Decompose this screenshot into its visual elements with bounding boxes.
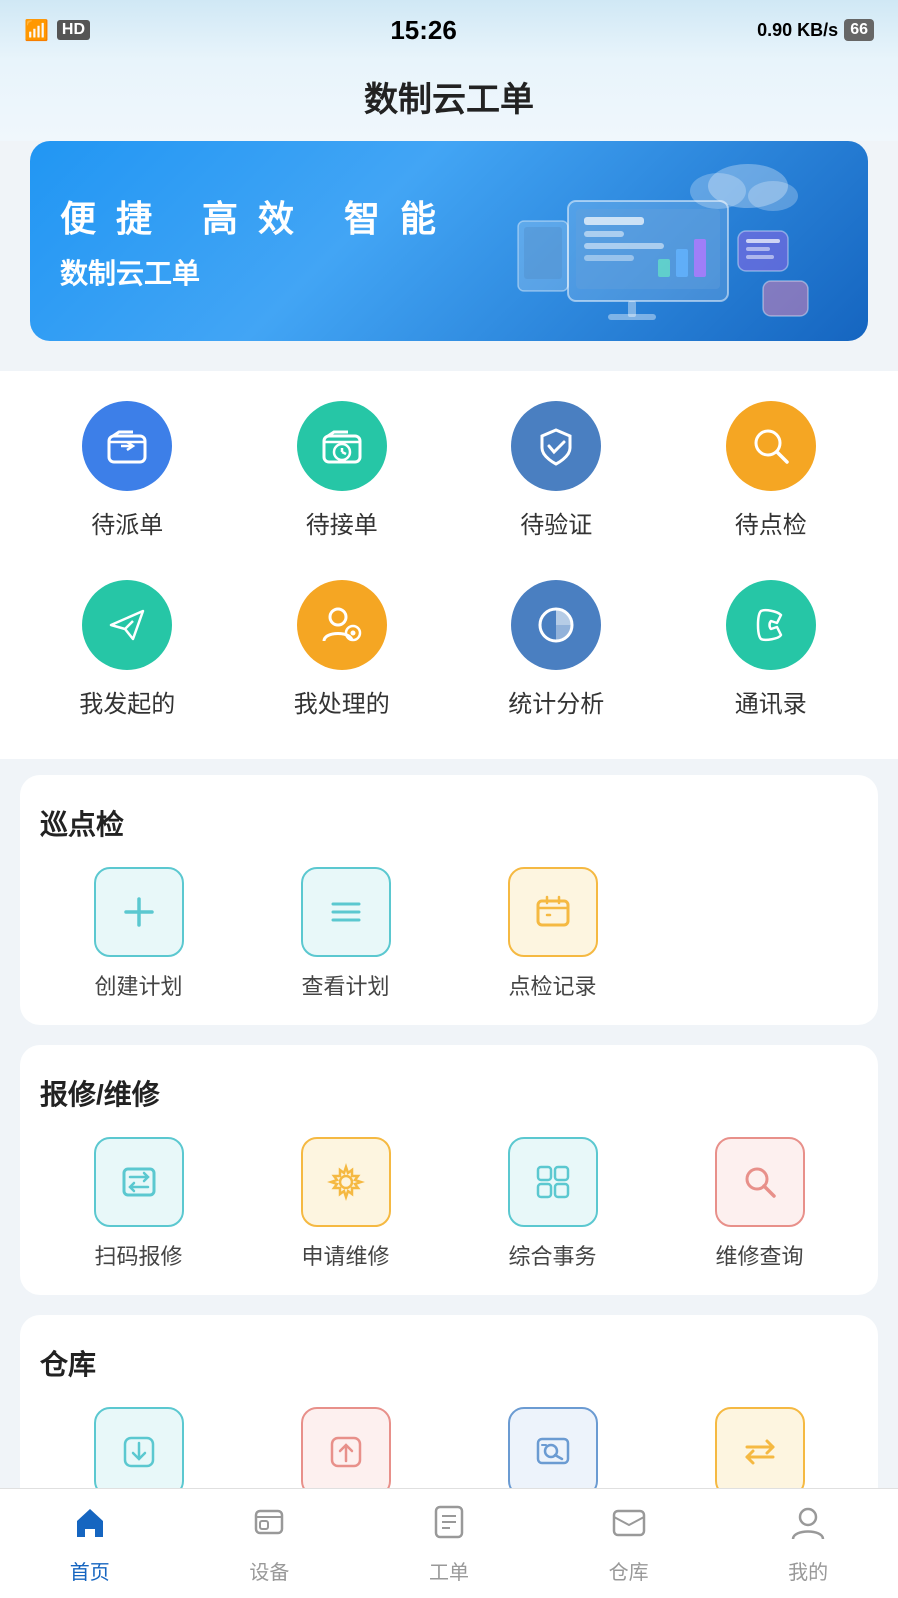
- section-icon-patrol-grid-1: [301, 867, 391, 957]
- quick-label-1: 待接单: [306, 505, 378, 540]
- nav-icon-工单: [430, 1503, 468, 1550]
- quick-action-1[interactable]: 待接单: [235, 381, 450, 560]
- section-icon-warehouse-grid-2: [508, 1407, 598, 1497]
- status-right: 0.90 KB/s 66: [757, 19, 874, 41]
- section-icon-warehouse-grid-0: [94, 1407, 184, 1497]
- section-label-repair-grid-1: 申请维修: [301, 1239, 389, 1271]
- nav-label-我的: 我的: [788, 1556, 828, 1585]
- section-icon-warehouse-grid-3: [715, 1407, 805, 1497]
- section-item-patrol-grid-1[interactable]: 查看计划: [247, 867, 444, 1001]
- banner-line2: 数制云工单: [60, 252, 456, 292]
- section-label-patrol-grid-0: 创建计划: [94, 969, 182, 1001]
- quick-label-7: 通讯录: [735, 684, 807, 719]
- nav-icon-我的: [789, 1503, 827, 1550]
- patrol-items-grid: 创建计划 查看计划 点检记录: [40, 867, 858, 1001]
- nav-icon-设备: [250, 1503, 288, 1550]
- patrol-section: 巡点检 创建计划 查看计划 点检记录: [20, 775, 878, 1025]
- quick-action-6[interactable]: 统计分析: [449, 560, 664, 739]
- section-label-repair-grid-3: 维修查询: [715, 1239, 803, 1271]
- nav-label-工单: 工单: [429, 1556, 469, 1585]
- banner-decoration: [488, 141, 848, 341]
- nav-icon-仓库: [610, 1503, 648, 1550]
- section-label-patrol-grid-1: 查看计划: [301, 969, 389, 1001]
- quick-action-2[interactable]: 待验证: [449, 381, 664, 560]
- banner-illustration: [508, 151, 828, 331]
- quick-icon-3: [726, 401, 816, 491]
- section-item-patrol-grid-2[interactable]: 点检记录: [454, 867, 651, 1001]
- section-item-patrol-grid-0[interactable]: 创建计划: [40, 867, 237, 1001]
- nav-item-仓库[interactable]: 仓库: [539, 1503, 719, 1585]
- nav-item-设备[interactable]: 设备: [180, 1503, 360, 1585]
- warehouse-section-title: 仓库: [40, 1343, 858, 1383]
- nav-item-工单[interactable]: 工单: [359, 1503, 539, 1585]
- status-bar: 📶 HD 15:26 0.90 KB/s 66: [0, 0, 898, 60]
- quick-icon-4: [82, 580, 172, 670]
- nav-label-首页: 首页: [70, 1556, 110, 1585]
- nav-item-我的[interactable]: 我的: [718, 1503, 898, 1585]
- quick-icon-2: [511, 401, 601, 491]
- network-speed: 0.90 KB/s: [757, 20, 838, 41]
- section-item-repair-grid-0[interactable]: 扫码报修: [40, 1137, 237, 1271]
- nav-item-首页[interactable]: 首页: [0, 1503, 180, 1585]
- quick-action-7[interactable]: 通讯录: [664, 560, 879, 739]
- section-item-repair-grid-1[interactable]: 申请维修: [247, 1137, 444, 1271]
- section-item-repair-grid-3[interactable]: 维修查询: [661, 1137, 858, 1271]
- quick-icon-6: [511, 580, 601, 670]
- repair-items-grid: 扫码报修 申请维修 综合事务 维修查询: [40, 1137, 858, 1271]
- quick-actions-grid: 待派单 待接单 待验证 待点检 我发起的 我处理的 统计分析 通: [0, 371, 898, 759]
- status-time: 15:26: [390, 15, 457, 46]
- repair-section-title: 报修/维修: [40, 1073, 858, 1113]
- quick-action-4[interactable]: 我发起的: [20, 560, 235, 739]
- section-label-patrol-grid-2: 点检记录: [508, 969, 596, 1001]
- section-icon-repair-grid-0: [94, 1137, 184, 1227]
- bottom-nav: 首页 设备 工单 仓库 我的: [0, 1488, 898, 1598]
- status-left: 📶 HD: [24, 18, 90, 43]
- section-icon-repair-grid-1: [301, 1137, 391, 1227]
- section-icon-repair-grid-3: [715, 1137, 805, 1227]
- quick-label-5: 我处理的: [294, 684, 390, 719]
- quick-label-6: 统计分析: [508, 684, 604, 719]
- quick-icon-1: [297, 401, 387, 491]
- banner-text: 便捷 高效 智能 数制云工单: [60, 190, 456, 292]
- section-icon-patrol-grid-0: [94, 867, 184, 957]
- battery-indicator: 66: [844, 19, 874, 41]
- signal-icon: 📶: [24, 18, 49, 43]
- quick-label-4: 我发起的: [79, 684, 175, 719]
- quick-label-3: 待点检: [735, 505, 807, 540]
- quick-icon-0: [82, 401, 172, 491]
- page-title: 数制云工单: [0, 60, 898, 141]
- nav-icon-首页: [71, 1503, 109, 1550]
- quick-label-0: 待派单: [91, 505, 163, 540]
- banner: 便捷 高效 智能 数制云工单: [30, 141, 868, 341]
- quick-action-0[interactable]: 待派单: [20, 381, 235, 560]
- section-label-repair-grid-2: 综合事务: [508, 1239, 596, 1271]
- repair-section: 报修/维修 扫码报修 申请维修 综合事务 维修查询: [20, 1045, 878, 1295]
- section-label-repair-grid-0: 扫码报修: [94, 1239, 182, 1271]
- quick-icon-7: [726, 580, 816, 670]
- hd-badge: HD: [57, 20, 90, 40]
- quick-label-2: 待验证: [520, 505, 592, 540]
- nav-label-仓库: 仓库: [609, 1556, 649, 1585]
- quick-action-5[interactable]: 我处理的: [235, 560, 450, 739]
- quick-action-3[interactable]: 待点检: [664, 381, 879, 560]
- section-item-repair-grid-2[interactable]: 综合事务: [454, 1137, 651, 1271]
- section-icon-patrol-grid-2: [508, 867, 598, 957]
- banner-line1: 便捷 高效 智能: [60, 190, 456, 242]
- nav-label-设备: 设备: [249, 1556, 289, 1585]
- section-icon-warehouse-grid-1: [301, 1407, 391, 1497]
- quick-icon-5: [297, 580, 387, 670]
- section-icon-repair-grid-2: [508, 1137, 598, 1227]
- patrol-section-title: 巡点检: [40, 803, 858, 843]
